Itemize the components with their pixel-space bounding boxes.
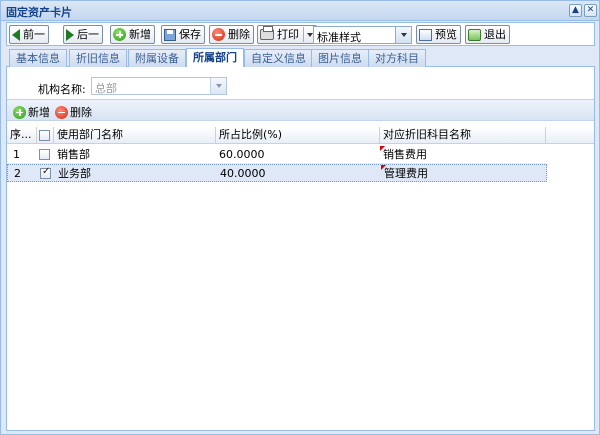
exit-icon [468, 28, 481, 41]
save-icon [164, 28, 176, 41]
chevron-down-icon [400, 33, 407, 37]
next-button[interactable]: 后一 [63, 25, 103, 44]
table-row[interactable]: 1 销售部 60.0000 销售费用 [7, 146, 547, 164]
dept-cell[interactable]: 销售部 [54, 146, 216, 163]
tab-counter-account[interactable]: 对方科目 [368, 49, 426, 67]
tab-department[interactable]: 所属部门 [186, 48, 244, 67]
print-button[interactable]: 打印 [257, 25, 317, 44]
org-name-select[interactable]: 总部 [91, 77, 227, 95]
arrow-right-icon [66, 28, 74, 41]
org-dropdown-trigger[interactable] [210, 78, 226, 94]
printer-icon [260, 26, 274, 40]
fixed-asset-card-window: 固定资产卡片 ▲ ✕ 前一 后一 新增 保存 删除 打印 标准样式 预览 退出 … [0, 0, 600, 435]
tab-depreciation-info[interactable]: 折旧信息 [69, 49, 127, 67]
column-header-dept[interactable]: 使用部门名称 [54, 127, 216, 144]
ratio-cell[interactable]: 60.0000 [216, 146, 380, 163]
tab-image-info[interactable]: 图片信息 [311, 49, 369, 67]
column-header-ratio[interactable]: 所占比例(%) [216, 127, 380, 144]
column-header-index[interactable]: 序... [7, 127, 37, 144]
preview-icon [419, 28, 432, 41]
modified-marker-icon [381, 165, 386, 170]
window-title: 固定资产卡片 [6, 6, 72, 19]
account-cell[interactable]: 销售费用 [380, 146, 546, 163]
template-dropdown-trigger[interactable] [395, 27, 411, 43]
table-row[interactable]: 2 业务部 40.0000 管理费用 [7, 164, 547, 182]
tab-custom-info[interactable]: 自定义信息 [244, 49, 313, 67]
ratio-cell[interactable]: 40.0000 [217, 165, 381, 182]
preview-button[interactable]: 预览 [416, 25, 461, 44]
tab-strip: 基本信息 折旧信息 附属设备 所属部门 自定义信息 图片信息 对方科目 [6, 47, 595, 67]
tab-attached-equipment[interactable]: 附属设备 [128, 49, 186, 67]
grid-header: 序... 使用部门名称 所占比例(%) 对应折旧科目名称 [7, 127, 594, 144]
select-all-checkbox[interactable] [39, 130, 50, 141]
modified-marker-icon [380, 146, 385, 151]
exit-button[interactable]: 退出 [465, 25, 510, 44]
delete-icon [212, 28, 225, 41]
grid-toolbar: 新增 删除 [7, 99, 594, 121]
tab-basic-info[interactable]: 基本信息 [9, 49, 67, 67]
row-index: 1 [13, 148, 20, 161]
save-button[interactable]: 保存 [161, 25, 205, 44]
collapse-icon[interactable]: ▲ [569, 4, 582, 17]
column-header-account[interactable]: 对应折旧科目名称 [380, 127, 546, 144]
row-index: 2 [14, 167, 21, 180]
window-titlebar: 固定资产卡片 ▲ ✕ [1, 1, 599, 21]
print-dropdown-trigger[interactable] [303, 27, 313, 42]
dept-cell[interactable]: 业务部 [55, 165, 217, 182]
main-toolbar: 前一 后一 新增 保存 删除 打印 标准样式 预览 退出 [6, 22, 595, 46]
org-name-label: 机构名称: [38, 83, 86, 96]
row-checkbox[interactable] [40, 166, 51, 179]
grid-add-button[interactable]: 新增 [13, 104, 50, 120]
grid-delete-button[interactable]: 删除 [55, 104, 92, 120]
account-cell[interactable]: 管理费用 [381, 165, 547, 182]
close-icon[interactable]: ✕ [584, 4, 597, 17]
prev-button[interactable]: 前一 [9, 25, 49, 44]
department-panel: 机构名称: 总部 新增 删除 序... 使用部门名称 所占比例(%) 对应折旧科… [6, 67, 595, 431]
row-checkbox[interactable] [39, 149, 50, 160]
chevron-down-icon [215, 84, 222, 88]
delete-icon [55, 105, 68, 119]
delete-button[interactable]: 删除 [209, 25, 254, 44]
add-button[interactable]: 新增 [110, 25, 155, 44]
add-icon [13, 105, 26, 119]
arrow-left-icon [12, 28, 20, 41]
print-template-select[interactable]: 标准样式 [313, 26, 412, 44]
column-header-select-all[interactable] [37, 127, 54, 144]
add-icon [113, 28, 126, 41]
